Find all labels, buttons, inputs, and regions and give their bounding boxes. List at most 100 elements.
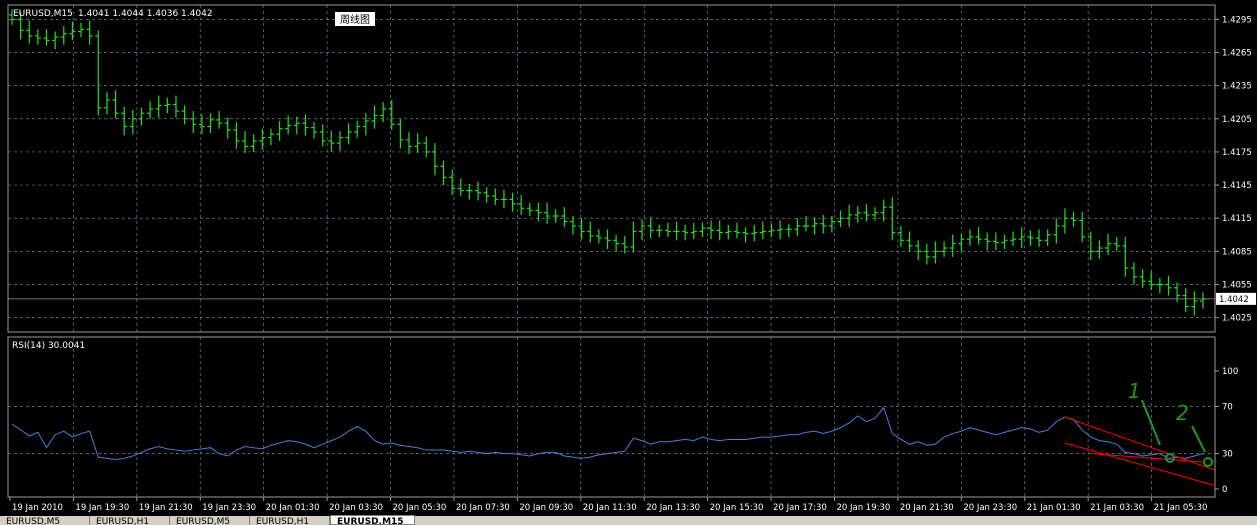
rsi-indicator-label: RSI(14) 30.0041 [12, 341, 85, 351]
ohlc-bar [699, 222, 706, 237]
ohlc-bar [129, 109, 136, 135]
ohlc-bar [552, 209, 559, 223]
ohlc-bar [276, 120, 283, 141]
ohlc-bar [958, 233, 965, 252]
ohlc-bar [172, 95, 179, 118]
ohlc-bar [198, 114, 205, 135]
ohlc-bar [69, 21, 76, 41]
ohlc-bar [1027, 230, 1034, 246]
ohlc-bar [1087, 231, 1094, 261]
time-tick-label: 19 Jan 19:30 [75, 503, 129, 513]
price-tick-label: 1.4175 [1222, 148, 1252, 158]
time-tick-label: 21 Jan 03:30 [1090, 503, 1144, 513]
ohlc-bar [250, 134, 257, 152]
ohlc-bar [1122, 236, 1129, 277]
ohlc-bar [164, 97, 171, 114]
ohlc-bar [1139, 269, 1146, 288]
ohlc-bar [647, 217, 654, 239]
ohlc-bar [932, 241, 939, 264]
ohlc-bar [621, 235, 628, 254]
ohlc-bar [147, 101, 154, 119]
ohlc-bar [785, 223, 792, 237]
ohlc-bar [725, 224, 732, 240]
ohlc-bar [578, 218, 585, 240]
ohlc-bar [112, 90, 119, 119]
chart-annotation-label: 周线图 [340, 13, 370, 26]
tab-eurusd-h1-2[interactable]: EURUSD,H1 [250, 516, 330, 525]
ohlc-bar [759, 221, 766, 240]
ohlc-bar [604, 229, 611, 250]
ohlc-bar [742, 227, 749, 243]
time-tick-label: 19 Jan 21:30 [139, 503, 193, 513]
ohlc-bar [311, 122, 318, 139]
time-tick-label: 20 Jan 21:30 [900, 503, 954, 513]
tab-eurusd-h1[interactable]: EURUSD,H1 [90, 516, 170, 525]
chart-tab-bar: EURUSD,M5 EURUSD,H1 EURUSD,M5 EURUSD,H1 … [0, 515, 1257, 525]
ohlc-bar [371, 105, 378, 129]
ohlc-bar [121, 106, 128, 136]
ohlc-bar [86, 20, 93, 45]
ohlc-bar [1200, 292, 1206, 309]
ohlc-bar [483, 187, 490, 203]
ohlc-bar [1001, 234, 1008, 250]
ohlc-bar [794, 218, 801, 236]
ohlc-bar [1079, 211, 1086, 243]
ohlc-bar [414, 133, 421, 154]
tab-eurusd-m15[interactable]: EURUSD,M15 [330, 515, 415, 525]
ohlc-bar [587, 221, 594, 243]
price-tick-label: 1.4115 [1222, 214, 1252, 224]
time-tick-label: 20 Jan 05:30 [393, 503, 447, 513]
time-tick-label: 20 Jan 11:30 [583, 503, 637, 513]
ohlc-bar [1191, 291, 1198, 316]
ohlc-bar [423, 136, 430, 158]
rsi-pane[interactable]: 1 2 100 70 30 0 RSI(14) 30.0041 [7, 336, 1238, 498]
ohlc-bar [966, 229, 973, 246]
ohlc-bar [828, 216, 835, 233]
ohlc-bar [1010, 231, 1017, 246]
ohlc-bar [1156, 277, 1163, 294]
ohlc-bar [267, 128, 274, 146]
ohlc-bar [328, 130, 335, 152]
tab-eurusd-m5[interactable]: EURUSD,M5 [0, 516, 90, 525]
time-tick-label: 20 Jan 03:30 [329, 503, 383, 513]
ohlc-bar [78, 22, 85, 38]
time-tick-label: 21 Jan 05:30 [1154, 503, 1208, 513]
ohlc-bar [362, 113, 369, 136]
tab-eurusd-m5-2[interactable]: EURUSD,M5 [170, 516, 250, 525]
ohlc-bar [984, 232, 991, 251]
time-tick-label: 20 Jan 09:30 [519, 503, 573, 513]
ohlc-bar [60, 25, 67, 45]
rsi-line [11, 406, 1204, 461]
handwritten-arrow-2 [1191, 425, 1206, 453]
rsi-tick-label: 70 [1222, 402, 1233, 412]
ohlc-bar [216, 111, 223, 129]
ohlc-bar [854, 206, 861, 223]
handwritten-mark-1: 1 [1128, 379, 1141, 403]
ohlc-bar [1165, 275, 1172, 296]
ohlc-bar [673, 221, 680, 241]
ohlc-bar [103, 92, 110, 115]
ohlc-bar [492, 188, 499, 205]
ohlc-bar [95, 30, 102, 116]
time-tick-label: 20 Jan 15:30 [710, 503, 764, 513]
time-tick-label: 20 Jan 01:30 [266, 503, 320, 513]
ohlc-bar [820, 214, 827, 234]
ohlc-bar [811, 217, 818, 235]
price-pane[interactable]: 1.4295 1.4265 1.4235 1.4205 1.4175 1.4145 1.41… [7, 4, 1256, 333]
ohlc-bar [768, 223, 775, 237]
time-tick-label: 20 Jan 07:30 [456, 503, 510, 513]
ohlc-bar [949, 234, 956, 257]
price-tick-label: 1.4205 [1222, 115, 1252, 125]
ohlc-bar [535, 202, 542, 222]
rsi-tick-label: 100 [1222, 367, 1238, 377]
ohlc-bar [26, 20, 33, 44]
handwritten-mark-2: 2 [1176, 401, 1189, 425]
rsi-tick-label: 0 [1222, 485, 1227, 495]
ohlc-bar [1182, 287, 1189, 313]
ohlc-bar [889, 197, 896, 241]
price-tick-label: 1.4055 [1222, 280, 1252, 290]
ohlc-bar [406, 132, 412, 155]
current-price-label: 1.4042 [1219, 295, 1249, 305]
time-tick-label: 20 Jan 23:30 [963, 503, 1017, 513]
ohlc-bar [509, 192, 516, 212]
